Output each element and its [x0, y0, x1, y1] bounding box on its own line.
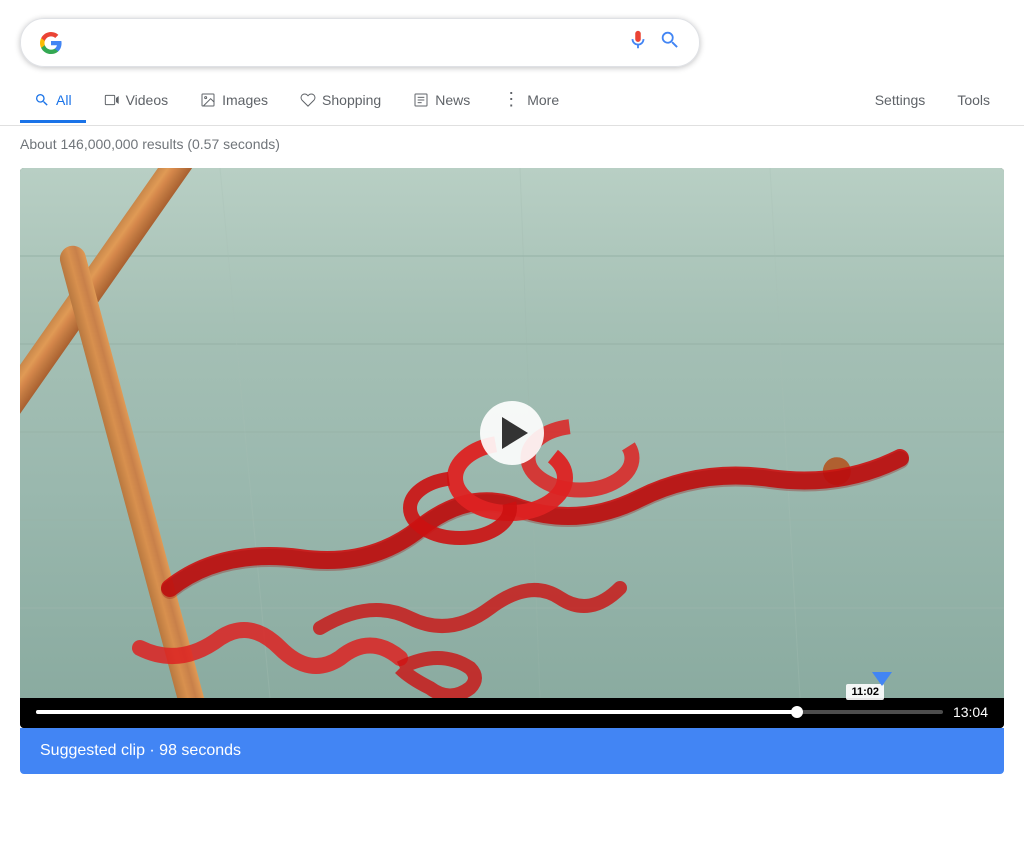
- tab-news-label: News: [435, 92, 470, 108]
- tab-videos[interactable]: Videos: [90, 80, 183, 123]
- tab-all[interactable]: All: [20, 80, 86, 123]
- image-icon: [200, 92, 216, 108]
- video-container[interactable]: 13:04 11:02: [20, 168, 1004, 728]
- shopping-icon: [300, 92, 316, 108]
- suggested-clip-bar: Suggested clip · 98 seconds: [20, 728, 1004, 774]
- tab-more[interactable]: ⋮ More: [488, 77, 573, 125]
- play-button[interactable]: [480, 401, 544, 465]
- tab-tools[interactable]: Tools: [943, 80, 1004, 123]
- mic-icon[interactable]: [627, 29, 649, 56]
- tab-settings-label: Settings: [875, 92, 926, 108]
- video-icon: [104, 92, 120, 108]
- tab-more-label: More: [527, 92, 559, 108]
- progress-bar-fill: [36, 710, 798, 714]
- search-bar-container: how to knit cast on: [0, 0, 1024, 77]
- suggested-clip-text: Suggested clip · 98 seconds: [40, 742, 241, 759]
- tab-shopping[interactable]: Shopping: [286, 80, 395, 123]
- video-controls: 13:04: [20, 698, 1004, 728]
- google-logo-icon: [39, 31, 63, 55]
- search-input[interactable]: how to knit cast on: [73, 32, 617, 53]
- search-icon: [34, 92, 50, 108]
- search-icons: [627, 29, 681, 56]
- progress-bar[interactable]: [36, 710, 943, 714]
- time-badge: 11:02: [846, 684, 884, 700]
- nav-right: Settings Tools: [861, 80, 1004, 123]
- video-duration: 13:04: [953, 704, 988, 720]
- tab-shopping-label: Shopping: [322, 92, 381, 108]
- more-dots-icon: ⋮: [502, 89, 521, 110]
- tab-news[interactable]: News: [399, 80, 484, 123]
- tab-tools-label: Tools: [957, 92, 990, 108]
- results-count: About 146,000,000 results (0.57 seconds): [0, 126, 1024, 160]
- tab-images-label: Images: [222, 92, 268, 108]
- clip-arrow-indicator: [872, 672, 892, 686]
- tab-all-label: All: [56, 92, 72, 108]
- video-thumbnail: [20, 168, 1004, 698]
- tab-settings[interactable]: Settings: [861, 80, 940, 123]
- search-lens-icon[interactable]: [659, 29, 681, 56]
- results-text: About 146,000,000 results (0.57 seconds): [20, 136, 280, 152]
- tab-images[interactable]: Images: [186, 80, 282, 123]
- tab-videos-label: Videos: [126, 92, 169, 108]
- news-icon: [413, 92, 429, 108]
- search-bar[interactable]: how to knit cast on: [20, 18, 700, 67]
- nav-tabs: All Videos Images Shopping News: [0, 77, 1024, 126]
